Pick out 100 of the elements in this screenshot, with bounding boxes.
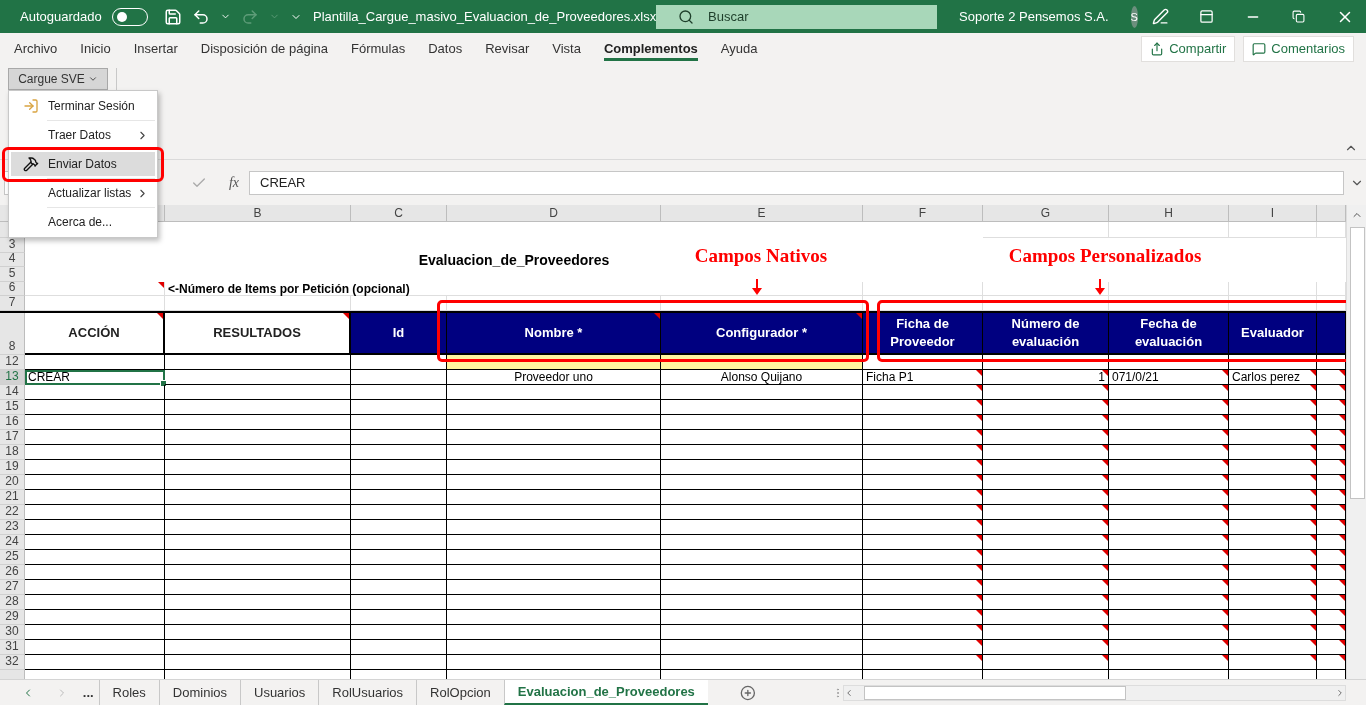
ribbon-tab[interactable]: Insertar [133,36,178,61]
column-header[interactable]: G [983,205,1109,222]
comment-marker [976,399,982,406]
comment-marker [1310,654,1316,661]
scroll-right-icon[interactable] [1335,687,1345,698]
ribbon-tab[interactable]: Ayuda [720,36,758,61]
menu-item[interactable]: Traer Datos [11,123,155,147]
pen-icon[interactable] [1152,8,1170,25]
comment-marker [158,281,164,288]
column-header[interactable]: F [863,205,983,222]
comment-marker [1102,549,1108,556]
sheet-tab[interactable]: Usuarios [240,680,319,705]
comment-marker [1102,414,1108,421]
sheet-tab[interactable]: Evaluacion_de_Proveedores [503,680,708,705]
comment-marker [1222,639,1228,646]
comment-marker [976,534,982,541]
comment-marker [1102,594,1108,601]
comment-marker [1222,519,1228,526]
comments-button[interactable]: Comentarios [1243,35,1354,62]
menu-item[interactable]: Enviar Datos [11,152,155,176]
user-avatar[interactable]: S [1130,5,1138,28]
column-header[interactable]: I [1229,205,1317,222]
comment-marker [976,384,982,391]
scroll-thumb[interactable] [1349,227,1365,499]
row-number[interactable]: 8 [0,312,25,355]
comment-marker [976,504,982,511]
table-cell[interactable]: Carlos perez [1229,369,1317,385]
ribbon-tab[interactable]: Vista [552,36,581,61]
column-header[interactable]: B [165,205,351,222]
menu-item[interactable]: Actualizar listas [11,181,155,205]
comment-marker [1102,534,1108,541]
ribbon-tab[interactable]: Datos [428,36,463,61]
table-cell[interactable]: 071/0/21 [1109,369,1229,385]
menu-item[interactable]: Acerca de... [11,210,155,234]
sheet-tab[interactable]: RolOpcion [416,680,504,705]
comment-marker [976,459,982,466]
comment-marker [1222,384,1228,391]
comment-marker [1310,504,1316,511]
addin-menu-button[interactable]: Cargue SVE [8,68,108,90]
comment-marker [1102,489,1108,496]
comment-marker [1102,609,1108,616]
column-header[interactable]: C [351,205,447,222]
add-sheet-icon[interactable] [739,684,756,701]
ribbon-tab[interactable]: Revisar [485,36,530,61]
comment-marker [1222,594,1228,601]
comment-marker [1102,564,1108,571]
comment-marker [1310,594,1316,601]
comment-marker [1222,609,1228,616]
ribbon-display-icon[interactable] [1199,9,1215,24]
ribbon-tab[interactable]: Archivo [14,36,58,61]
table-cell[interactable]: Alonso Quijano [661,369,863,385]
comment-marker [976,624,982,631]
formula-field[interactable]: CREAR [249,170,1344,195]
redo-icon[interactable] [240,7,259,26]
ribbon-tab[interactable]: Fórmulas [351,36,406,61]
comment-marker [1222,399,1228,406]
comment-marker [1222,444,1228,451]
autosave-label: Autoguardado [20,9,102,24]
comment-marker [1222,579,1228,586]
row-number[interactable]: 7 [0,296,25,311]
comment-marker [1102,474,1108,481]
comment-marker [1310,369,1316,376]
comment-marker [1102,579,1108,586]
table-cell[interactable]: CREAR [25,369,165,385]
sheet-tab[interactable]: Dominios [158,680,240,705]
comment-marker [1222,474,1228,481]
table-cell[interactable]: Proveedor uno [447,369,661,385]
fill-handle[interactable] [160,379,167,387]
search-icon [678,8,694,25]
scroll-thumb[interactable] [864,685,1127,700]
comment-marker [1222,369,1228,376]
column-header[interactable]: E [661,205,863,222]
table-cell[interactable]: Ficha P1 [863,369,983,385]
sheet-tab[interactable]: Roles [98,680,159,705]
ribbon-tab[interactable]: Inicio [80,36,111,61]
arrow-icon [751,279,763,295]
function-button[interactable]: fx [228,174,239,191]
comment-marker [976,579,982,586]
column-header[interactable] [1317,205,1346,222]
comment-marker [1310,534,1316,541]
column-header[interactable]: D [447,205,661,222]
restore-icon[interactable] [1292,10,1306,23]
more-sheets-button[interactable]: ... [82,685,99,700]
column-heading: Ficha de Proveedor [863,312,983,355]
sheet-tab[interactable]: RolUsuarios [318,680,417,705]
column-header[interactable]: H [1109,205,1229,222]
comment-icon [1252,41,1267,56]
undo-icon[interactable] [191,7,210,26]
ribbon-tab[interactable]: Disposición de página [200,36,328,61]
search-field[interactable]: Buscar [656,4,937,29]
user-name: Soporte 2 Pensemos S.A. [959,9,1109,24]
column-heading: RESULTADOS [165,312,351,355]
save-icon[interactable] [163,7,182,26]
ribbon-tab[interactable]: Complementos [603,36,698,61]
comment-marker [976,444,982,451]
share-button[interactable]: Compartir [1141,35,1236,62]
menu-item[interactable]: Terminar Sesión [11,94,155,118]
row-number[interactable]: 5 [0,267,25,282]
row-number[interactable]: 3 [0,238,25,253]
table-cell[interactable]: 1 [983,369,1109,385]
